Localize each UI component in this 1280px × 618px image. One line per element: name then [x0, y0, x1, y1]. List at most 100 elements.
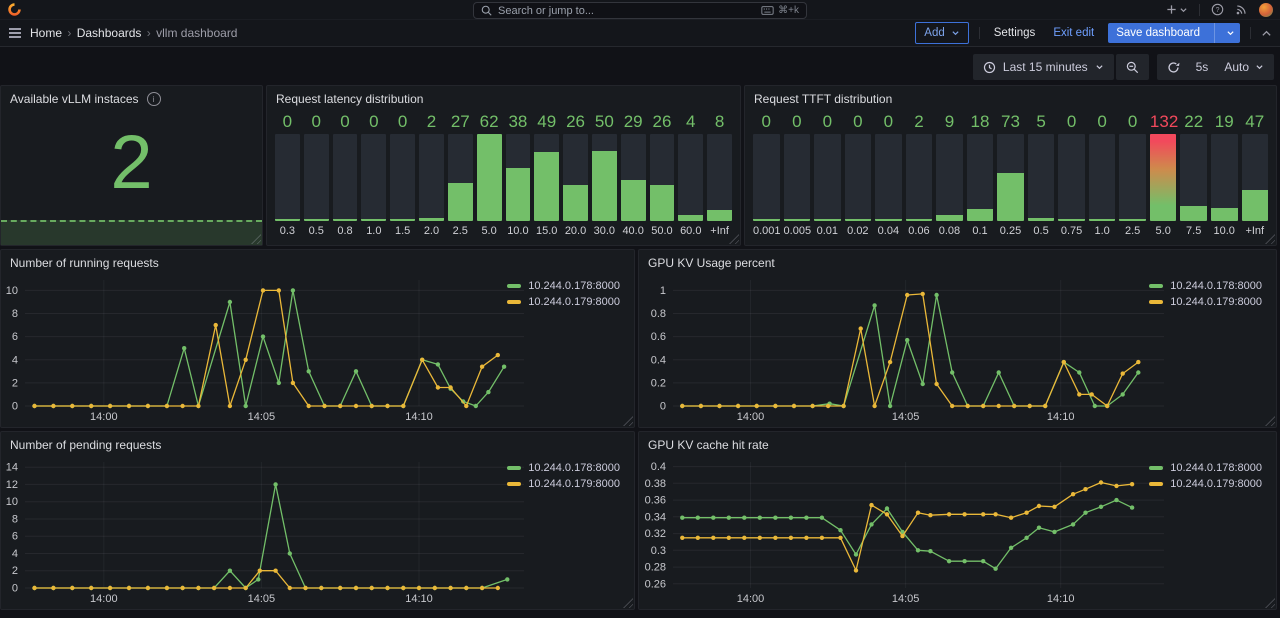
bar: 00.02: [845, 112, 872, 239]
bar-track: [1242, 134, 1269, 221]
save-dashboard-button[interactable]: Save dashboard: [1108, 23, 1240, 43]
settings-button[interactable]: Settings: [990, 23, 1040, 43]
bar: 2650.0: [650, 112, 675, 239]
svg-text:0.3: 0.3: [651, 545, 666, 557]
bar-value: 0: [275, 112, 300, 132]
svg-text:0: 0: [660, 401, 666, 413]
svg-text:6: 6: [12, 331, 18, 343]
add-panel-button[interactable]: Add: [915, 22, 968, 44]
legend-item[interactable]: 10.244.0.179:8000: [507, 296, 620, 308]
bar-bucket-label: 0.08: [936, 221, 963, 239]
legend-series-color: [1149, 466, 1163, 470]
panel-title[interactable]: GPU KV cache hit rate: [639, 432, 1276, 456]
breadcrumb-home[interactable]: Home: [30, 26, 62, 40]
zoom-out-button[interactable]: [1116, 54, 1149, 80]
help-icon[interactable]: ?: [1211, 3, 1224, 16]
panel-title[interactable]: GPU KV Usage percent: [639, 250, 1276, 274]
stat-sparkline: [1, 220, 262, 245]
bar: 00.04: [875, 112, 902, 239]
bar-track: [936, 134, 963, 221]
svg-text:14:10: 14:10: [1047, 593, 1075, 605]
timeseries-chart[interactable]: 00.20.40.60.8114:0014:0514:1010.244.0.17…: [643, 272, 1270, 424]
search-input[interactable]: Search or jump to... ⌘+k: [473, 2, 807, 19]
timeseries-chart[interactable]: 0246810121414:0014:0514:1010.244.0.178:8…: [5, 454, 628, 606]
legend-series-color: [507, 482, 521, 486]
legend-item[interactable]: 10.244.0.178:8000: [507, 462, 620, 474]
auto-refresh-dropdown[interactable]: Auto: [1214, 54, 1274, 80]
timeseries-chart[interactable]: 024681014:0014:0514:1010.244.0.178:80001…: [5, 272, 628, 424]
svg-text:0.26: 0.26: [645, 578, 666, 590]
bar: 02.5: [1119, 112, 1146, 239]
bar-value: 0: [304, 112, 329, 132]
divider: [1199, 4, 1200, 16]
legend-series-name: 10.244.0.179:8000: [528, 296, 620, 308]
legend-item[interactable]: 10.244.0.179:8000: [1149, 478, 1262, 490]
bar-track: [390, 134, 415, 221]
breadcrumb-dashboards[interactable]: Dashboards: [77, 26, 142, 40]
timeseries-chart[interactable]: 0.260.280.30.320.340.360.380.414:0014:05…: [643, 454, 1270, 606]
legend-series-name: 10.244.0.179:8000: [528, 478, 620, 490]
bar-value: 9: [936, 112, 963, 132]
svg-text:?: ?: [1216, 7, 1220, 14]
panel-title[interactable]: Request TTFT distribution: [745, 86, 1276, 110]
legend-item[interactable]: 10.244.0.178:8000: [1149, 462, 1262, 474]
bar: 3810.0: [506, 112, 531, 239]
bar-bucket-label: 0.1: [967, 221, 994, 239]
bar-value: 5: [1028, 112, 1055, 132]
bar-value: 0: [784, 112, 811, 132]
panel-pending-requests: Number of pending requests 0246810121414…: [0, 431, 635, 610]
add-new-button[interactable]: [1166, 4, 1188, 15]
dashboard-time-controls: Last 15 minutes 5s Auto: [973, 54, 1274, 80]
bar-bucket-label: 7.5: [1180, 221, 1207, 239]
panel-cache-hit-rate: GPU KV cache hit rate 0.260.280.30.320.3…: [638, 431, 1277, 610]
bar: 460.0: [678, 112, 703, 239]
info-icon[interactable]: i: [147, 92, 161, 106]
bar: 227.5: [1180, 112, 1207, 239]
bar-bucket-label: 1.0: [361, 221, 386, 239]
bar-gauge-chart[interactable]: 00.00100.00500.0100.0200.0420.0690.08180…: [753, 112, 1268, 239]
menu-hamburger-icon[interactable]: [8, 27, 22, 39]
bar-track: [563, 134, 588, 221]
bar-track: [304, 134, 329, 221]
bar-bucket-label: 20.0: [563, 221, 588, 239]
news-rss-icon[interactable]: [1235, 3, 1248, 16]
bar-gauge-chart[interactable]: 00.300.500.801.001.522.0272.5625.03810.0…: [275, 112, 732, 239]
exit-edit-button[interactable]: Exit edit: [1049, 23, 1098, 43]
bar-value: 0: [1119, 112, 1146, 132]
legend-series-color: [1149, 482, 1163, 486]
chevron-down-icon: [1221, 23, 1240, 43]
grafana-logo[interactable]: [7, 2, 22, 17]
refresh-button[interactable]: [1157, 54, 1190, 80]
svg-text:14:05: 14:05: [892, 593, 920, 605]
panel-title[interactable]: Number of running requests: [1, 250, 634, 274]
svg-text:8: 8: [12, 308, 18, 320]
time-range-picker[interactable]: Last 15 minutes: [973, 54, 1114, 80]
bar-value: 2: [419, 112, 444, 132]
bar-bucket-label: 60.0: [678, 221, 703, 239]
bar-bucket-label: 10.0: [1211, 221, 1238, 239]
panel-title[interactable]: Available vLLM instaces i: [1, 86, 262, 110]
user-avatar[interactable]: [1259, 3, 1273, 17]
svg-text:0.34: 0.34: [645, 511, 666, 523]
bar: 20.06: [906, 112, 933, 239]
bar: 01.5: [390, 112, 415, 239]
panel-title[interactable]: Number of pending requests: [1, 432, 634, 456]
legend-series-color: [1149, 300, 1163, 304]
legend-item[interactable]: 10.244.0.179:8000: [1149, 296, 1262, 308]
bar-bucket-label: 40.0: [621, 221, 646, 239]
bar-value: 0: [1058, 112, 1085, 132]
legend-item[interactable]: 10.244.0.178:8000: [1149, 280, 1262, 292]
legend-item[interactable]: 10.244.0.179:8000: [507, 478, 620, 490]
bar-value: 62: [477, 112, 502, 132]
refresh-interval-label[interactable]: 5s: [1190, 54, 1215, 80]
bar-bucket-label: +Inf: [707, 221, 732, 239]
bar-value: 22: [1180, 112, 1207, 132]
svg-text:2: 2: [12, 377, 18, 389]
panel-title[interactable]: Request latency distribution: [267, 86, 740, 110]
bar: 47+Inf: [1242, 112, 1269, 239]
collapse-topbar-icon[interactable]: [1261, 29, 1272, 38]
legend-item[interactable]: 10.244.0.178:8000: [507, 280, 620, 292]
chevron-down-icon: [951, 29, 960, 37]
bar-track: [814, 134, 841, 221]
divider: [979, 27, 980, 39]
